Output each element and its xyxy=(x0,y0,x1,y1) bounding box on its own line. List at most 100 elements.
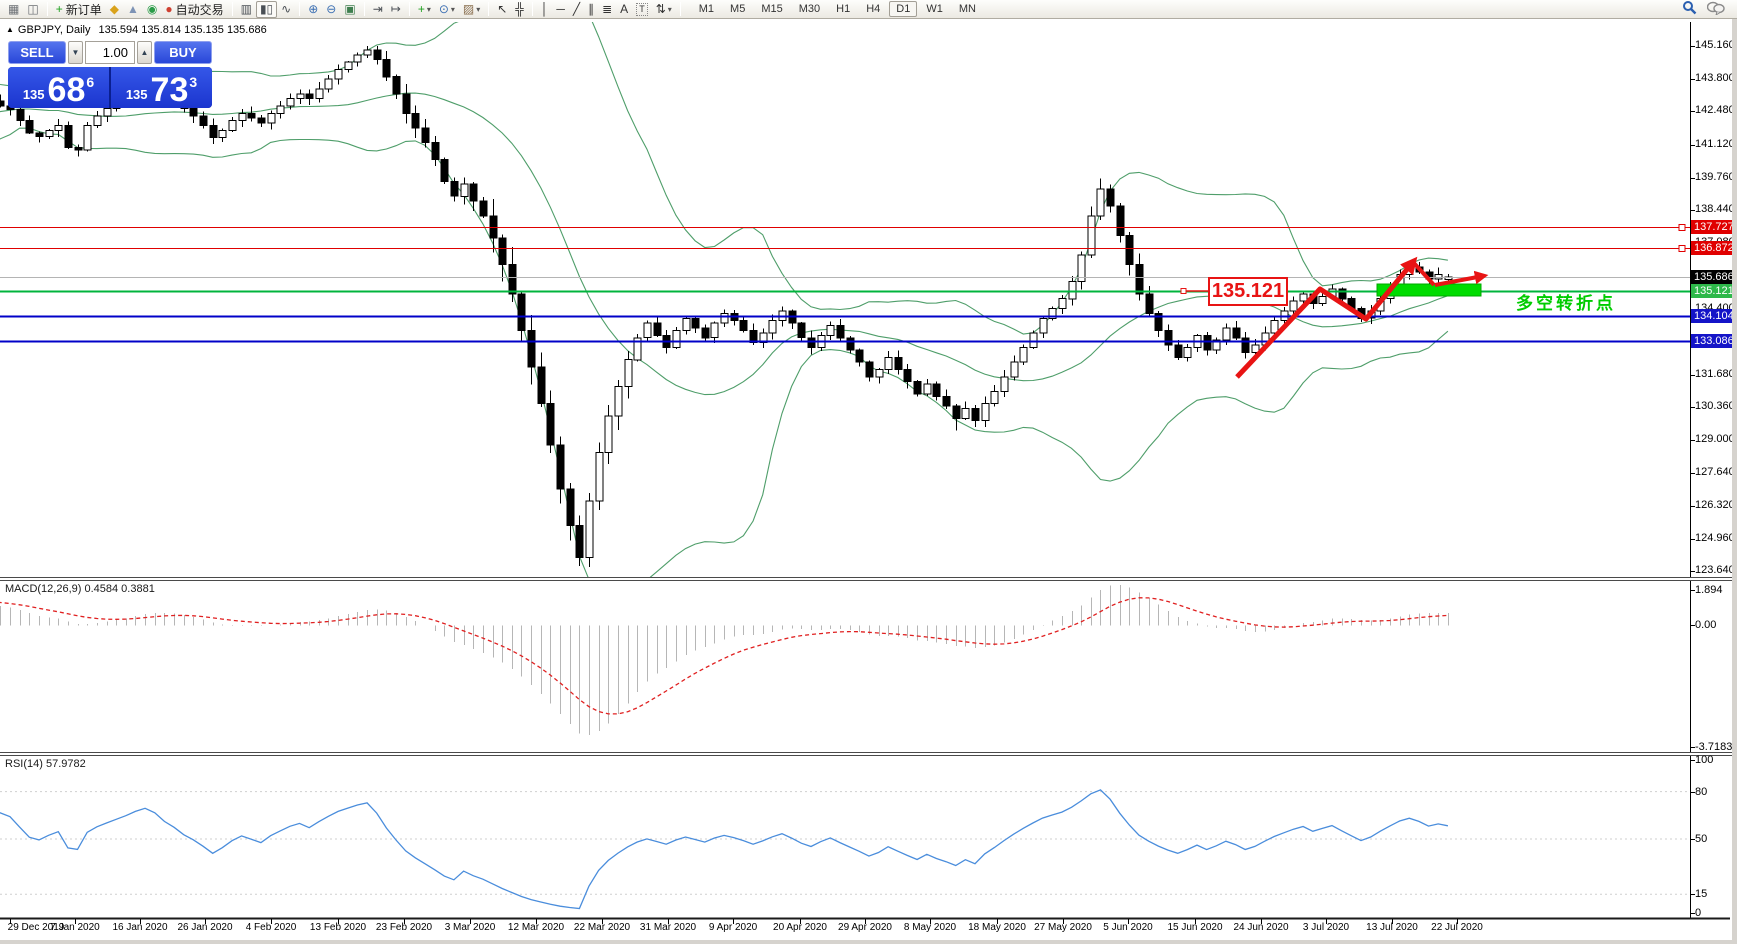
zoom-out-icon: ⊖ xyxy=(326,1,336,18)
fibonacci-icon[interactable]: ≣ xyxy=(598,1,616,18)
date-tick-label: 29 Apr 2020 xyxy=(838,922,892,933)
pane-separator-macd[interactable] xyxy=(0,577,1737,581)
sell-button[interactable]: SELL xyxy=(8,41,66,64)
line-chart-icon[interactable]: ∿ xyxy=(277,1,295,18)
bar-chart-icon: ▥ xyxy=(241,1,252,18)
volume-decrease-button[interactable]: ▼ xyxy=(68,41,83,64)
tf-d1-button[interactable]: D1 xyxy=(889,1,917,17)
tile-windows-icon[interactable]: ▣ xyxy=(340,1,359,18)
data-window-icon: ◫ xyxy=(27,1,38,18)
auto-trading-button-label: 自动交易 xyxy=(176,1,224,18)
publish-chart-icon[interactable]: ▲ xyxy=(123,1,143,18)
volume-input[interactable]: 1.00 xyxy=(85,41,135,64)
price-tick-label: 138.440 xyxy=(1695,203,1735,216)
text-label-icon[interactable]: T xyxy=(632,1,652,18)
channel-icon[interactable]: ∥ xyxy=(584,1,598,18)
auto-scroll-icon[interactable]: ⇥ xyxy=(369,1,387,18)
vertical-line-icon[interactable]: │ xyxy=(537,1,553,18)
zoom-out-icon[interactable]: ⊖ xyxy=(322,1,340,18)
tf-h1-button[interactable]: H1 xyxy=(829,1,857,17)
toolbar-separator xyxy=(488,2,489,16)
macd-tick-label: 1.894 xyxy=(1695,584,1723,597)
date-tick-label: 23 Feb 2020 xyxy=(376,922,432,933)
tf-m30-button[interactable]: M30 xyxy=(792,1,827,17)
tf-m5-button[interactable]: M5 xyxy=(723,1,752,17)
buy-price-tile[interactable]: 135733 xyxy=(111,67,212,108)
templates-button[interactable]: ▨▾ xyxy=(459,1,484,18)
trendline-icon: ╱ xyxy=(573,1,580,18)
tf-m15-button[interactable]: M15 xyxy=(754,1,789,17)
auto-trading-button[interactable]: ●自动交易 xyxy=(161,1,227,18)
macd-histogram xyxy=(0,585,1449,735)
volume-increase-button[interactable]: ▲ xyxy=(137,41,152,64)
chart-canvas[interactable] xyxy=(0,0,1737,944)
horizontal-line-icon[interactable]: ─ xyxy=(552,1,569,18)
tf-h4-button[interactable]: H4 xyxy=(859,1,887,17)
zoom-in-icon[interactable]: ⊕ xyxy=(304,1,322,18)
price-tick-label: 141.120 xyxy=(1695,138,1735,151)
price-line-label: 135.121 xyxy=(1691,284,1737,298)
indicators-add-icon: + xyxy=(418,1,425,18)
arrow-tools-icon: ⇅ xyxy=(656,1,666,18)
date-tick-label: 31 Mar 2020 xyxy=(640,922,696,933)
auto-trading-icon: ● xyxy=(165,1,172,18)
price-tick-label: 127.640 xyxy=(1695,466,1735,479)
price-annotation-box[interactable]: 135.121 xyxy=(1208,277,1288,306)
rsi-tick-label: 0 xyxy=(1695,907,1701,920)
date-tick-label: 5 Jun 2020 xyxy=(1103,922,1153,933)
candlestick-chart-icon[interactable]: ▮▯ xyxy=(256,1,277,18)
toolbar-separator xyxy=(532,2,533,16)
price-tick-label: 130.360 xyxy=(1695,400,1735,413)
pane-separator-rsi[interactable] xyxy=(0,752,1737,756)
collapse-triangle-icon[interactable]: ▲ xyxy=(6,25,14,34)
buy-price-pips: 73 xyxy=(151,77,189,105)
trendline-icon[interactable]: ╱ xyxy=(569,1,584,18)
macd-tick-label: 0.00 xyxy=(1695,619,1716,632)
date-tick-label: 16 Jan 2020 xyxy=(112,922,167,933)
text-label-icon: T xyxy=(636,3,648,16)
cursor-icon[interactable]: ↖ xyxy=(493,1,511,18)
crosshair-icon[interactable]: ╬ xyxy=(511,1,528,18)
dropdown-caret-icon: ▾ xyxy=(476,5,480,14)
rsi-line xyxy=(0,790,1448,909)
signals-icon: ◉ xyxy=(147,1,157,18)
date-tick-label: 18 May 2020 xyxy=(968,922,1026,933)
auto-scroll-icon: ⇥ xyxy=(373,1,383,18)
date-tick-label: 12 Mar 2020 xyxy=(508,922,564,933)
bar-chart-icon[interactable]: ▥ xyxy=(237,1,256,18)
horizontal-line-icon: ─ xyxy=(556,1,565,18)
search-icon[interactable] xyxy=(1682,0,1697,18)
buy-button[interactable]: BUY xyxy=(154,41,212,64)
signals-icon[interactable]: ◉ xyxy=(143,1,161,18)
chart-shift-icon: ↦ xyxy=(391,1,401,18)
buy-price-integer: 135 xyxy=(126,87,148,102)
indicators-add-button[interactable]: +▾ xyxy=(414,1,435,18)
price-line-label: 136.872 xyxy=(1691,241,1737,255)
tf-w1-button[interactable]: W1 xyxy=(919,1,950,17)
toolbar-separator xyxy=(299,2,300,16)
chat-icon[interactable] xyxy=(1707,1,1725,18)
new-order-button[interactable]: +新订单 xyxy=(52,1,106,18)
sell-price-tile[interactable]: 135686 xyxy=(8,67,109,108)
dropdown-caret-icon: ▾ xyxy=(427,5,431,14)
date-tick-label: 13 Feb 2020 xyxy=(310,922,366,933)
zone-annotation-label[interactable]: 多空转折点 xyxy=(1516,289,1616,314)
dropdown-caret-icon: ▾ xyxy=(668,5,672,14)
charts-grid-icon[interactable]: ▦ xyxy=(4,1,23,18)
crosshair-icon: ╬ xyxy=(515,1,524,18)
data-window-icon[interactable]: ◫ xyxy=(23,1,42,18)
trade-controls-row: SELL ▼ 1.00 ▲ BUY xyxy=(8,41,212,64)
tf-mn-button[interactable]: MN xyxy=(952,1,983,17)
rsi-tick-label: 80 xyxy=(1695,786,1707,799)
arrow-tools-button[interactable]: ⇅▾ xyxy=(652,1,676,18)
expert-advisors-icon[interactable]: ◆ xyxy=(106,1,123,18)
chart-shift-icon[interactable]: ↦ xyxy=(387,1,405,18)
toolbar-separator xyxy=(680,2,681,16)
price-tick-label: 123.640 xyxy=(1695,564,1735,577)
dropdown-caret-icon: ▾ xyxy=(451,5,455,14)
periods-button[interactable]: ⊙▾ xyxy=(435,1,459,18)
price-line-label: 134.104 xyxy=(1691,309,1737,323)
text-icon[interactable]: A xyxy=(616,1,632,18)
tf-m1-button[interactable]: M1 xyxy=(692,1,721,17)
rsi-tick-label: 15 xyxy=(1695,888,1707,901)
